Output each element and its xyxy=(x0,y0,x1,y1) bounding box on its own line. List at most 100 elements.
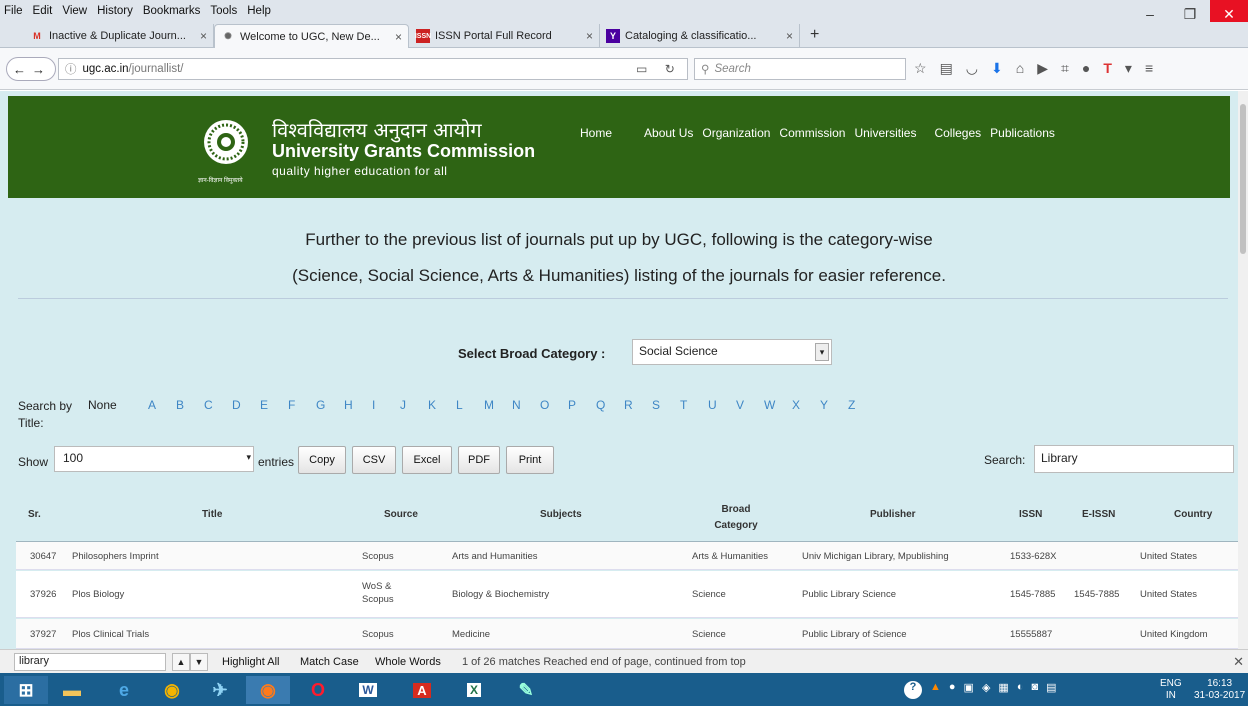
col-issn[interactable]: ISSN xyxy=(1019,509,1042,520)
letter-b[interactable]: B xyxy=(176,398,204,412)
find-previous-icon[interactable]: ▲ xyxy=(172,653,190,671)
dark-circle-icon[interactable]: ● xyxy=(1082,60,1090,77)
whole-words-toggle[interactable]: Whole Words xyxy=(375,656,441,668)
forward-arrow-icon[interactable]: → xyxy=(32,62,45,77)
home-icon[interactable]: ⌂ xyxy=(1016,60,1024,77)
firefox-icon[interactable]: ◉ xyxy=(246,676,290,704)
reload-icon[interactable]: ↻ xyxy=(665,62,675,76)
tab-issn[interactable]: ISSN ISSN Portal Full Record × xyxy=(410,24,600,48)
youtube-icon[interactable]: ▶ xyxy=(1037,60,1048,77)
menu-history[interactable]: History xyxy=(97,5,133,17)
table-row[interactable]: 37927 Plos Clinical Trials Scopus Medici… xyxy=(16,619,1238,649)
table-row[interactable]: 37926 Plos Biology WoS & Scopus Biology … xyxy=(16,571,1238,618)
letter-i[interactable]: I xyxy=(372,398,400,412)
col-broad-category[interactable]: Broad Category xyxy=(706,502,766,534)
screenshot-icon[interactable]: ⌗ xyxy=(1061,60,1069,77)
menu-edit[interactable]: Edit xyxy=(33,5,53,17)
rocket-app-icon[interactable]: ✈ xyxy=(198,676,242,704)
acrobat-icon[interactable]: A xyxy=(400,676,444,704)
tab-cataloging[interactable]: Y Cataloging & classificatio... × xyxy=(600,24,800,48)
match-case-toggle[interactable]: Match Case xyxy=(300,656,359,668)
col-subjects[interactable]: Subjects xyxy=(540,509,582,520)
letter-j[interactable]: J xyxy=(400,398,428,412)
info-icon[interactable]: ⓘ xyxy=(65,61,77,77)
close-tab-icon[interactable]: × xyxy=(395,30,402,44)
menu-help[interactable]: Help xyxy=(247,5,271,17)
start-icon[interactable]: ⊞ xyxy=(4,676,48,704)
letter-q[interactable]: Q xyxy=(596,398,624,412)
translate-icon[interactable]: T xyxy=(1103,60,1112,77)
nav-commission[interactable]: Commission xyxy=(779,126,845,140)
letter-d[interactable]: D xyxy=(232,398,260,412)
col-source[interactable]: Source xyxy=(384,509,418,520)
letter-v[interactable]: V xyxy=(736,398,764,412)
search-bar[interactable]: ⚲ Search xyxy=(694,58,906,80)
letter-w[interactable]: W xyxy=(764,398,792,412)
nav-colleges[interactable]: Colleges xyxy=(934,126,981,140)
menu-file[interactable]: File xyxy=(4,5,23,17)
file-explorer-icon[interactable]: ▬ xyxy=(50,676,94,704)
close-tab-icon[interactable]: × xyxy=(786,29,793,43)
letter-t[interactable]: T xyxy=(680,398,708,412)
nav-publications[interactable]: Publications xyxy=(990,126,1055,140)
bookmark-star-icon[interactable]: ☆ xyxy=(914,60,927,77)
letter-m[interactable]: M xyxy=(484,398,512,412)
paint-icon[interactable]: ✎ xyxy=(504,676,548,704)
letter-s[interactable]: S xyxy=(652,398,680,412)
bookmarks-list-icon[interactable]: ▤ xyxy=(940,60,953,77)
find-next-icon[interactable]: ▼ xyxy=(190,653,208,671)
letter-l[interactable]: L xyxy=(456,398,484,412)
letter-e[interactable]: E xyxy=(260,398,288,412)
menu-view[interactable]: View xyxy=(62,5,87,17)
scrollbar-thumb[interactable] xyxy=(1240,104,1246,254)
close-tab-icon[interactable]: × xyxy=(586,29,593,43)
opera-icon[interactable]: O xyxy=(296,676,340,704)
letter-n[interactable]: N xyxy=(512,398,540,412)
col-country[interactable]: Country xyxy=(1174,509,1212,520)
col-publisher[interactable]: Publisher xyxy=(870,509,916,520)
clock[interactable]: 16:13 31-03-2017 xyxy=(1194,678,1245,702)
help-icon[interactable]: ? xyxy=(904,681,922,699)
col-eissn[interactable]: E-ISSN xyxy=(1082,509,1115,520)
tray-flame-icon[interactable]: ▲ xyxy=(930,681,941,699)
nav-about-us[interactable]: About Us xyxy=(644,126,693,140)
tray-app-icon[interactable]: ▣ xyxy=(964,681,974,699)
find-input[interactable]: library xyxy=(14,653,166,671)
download-icon[interactable]: ⬇ xyxy=(991,60,1003,77)
excel-icon[interactable]: X xyxy=(452,676,496,704)
nav-home[interactable]: Home xyxy=(580,126,612,140)
table-row[interactable]: 30647 Philosophers Imprint Scopus Arts a… xyxy=(16,542,1238,570)
reader-view-icon[interactable]: ▭ xyxy=(636,62,647,76)
menu-tools[interactable]: Tools xyxy=(210,5,237,17)
letter-c[interactable]: C xyxy=(204,398,232,412)
highlight-all-toggle[interactable]: Highlight All xyxy=(222,656,279,668)
menu-bookmarks[interactable]: Bookmarks xyxy=(143,5,201,17)
close-icon[interactable]: ✕ xyxy=(1233,654,1244,670)
print-button[interactable]: Print xyxy=(506,446,554,474)
entries-select[interactable]: 100 ▾ xyxy=(54,446,254,472)
letter-o[interactable]: O xyxy=(540,398,568,412)
letter-r[interactable]: R xyxy=(624,398,652,412)
nav-organization[interactable]: Organization xyxy=(702,126,770,140)
tab-inactive-duplicate[interactable]: M Inactive & Duplicate Journ... × xyxy=(24,24,214,48)
letter-y[interactable]: Y xyxy=(820,398,848,412)
tray-network-icon[interactable]: ▦ xyxy=(998,681,1008,699)
new-tab-button[interactable]: + xyxy=(810,26,819,44)
hamburger-menu-icon[interactable]: ≡ xyxy=(1145,60,1153,77)
chrome-icon[interactable]: ◉ xyxy=(150,676,194,704)
letter-x[interactable]: X xyxy=(792,398,820,412)
edge-icon[interactable]: e xyxy=(102,676,146,704)
letter-u[interactable]: U xyxy=(708,398,736,412)
csv-button[interactable]: CSV xyxy=(352,446,396,474)
letter-a[interactable]: A xyxy=(148,398,176,412)
letter-k[interactable]: K xyxy=(428,398,456,412)
tray-volume-icon[interactable]: ◐ xyxy=(1017,681,1024,699)
letter-f[interactable]: F xyxy=(288,398,316,412)
nav-universities[interactable]: Universities xyxy=(854,126,916,140)
tray-dot-icon[interactable]: ● xyxy=(949,681,956,699)
copy-button[interactable]: Copy xyxy=(298,446,346,474)
letter-p[interactable]: P xyxy=(568,398,596,412)
col-sr[interactable]: Sr. xyxy=(28,509,41,520)
tab-ugc[interactable]: ✺ Welcome to UGC, New De... × xyxy=(214,24,409,48)
dropdown-chevron-icon[interactable]: ▾ xyxy=(1125,60,1132,77)
